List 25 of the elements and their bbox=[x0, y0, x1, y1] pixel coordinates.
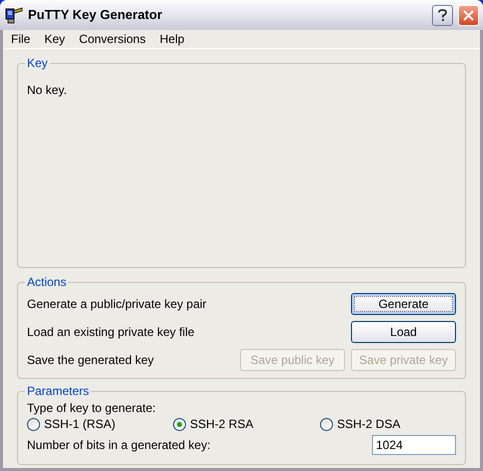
help-icon bbox=[438, 8, 447, 22]
action-button[interactable]: Generate bbox=[351, 293, 456, 315]
bits-input[interactable]: 1024 bbox=[372, 435, 456, 455]
app-icon bbox=[5, 6, 23, 24]
action-label: Generate a public/private key pair bbox=[27, 296, 208, 313]
radio-label[interactable]: SSH-1 (RSA) bbox=[44, 415, 116, 433]
radio-label[interactable]: SSH-2 DSA bbox=[337, 415, 400, 433]
radio-label[interactable]: SSH-2 RSA bbox=[190, 415, 254, 433]
close-button[interactable] bbox=[458, 4, 479, 26]
radio-button[interactable] bbox=[173, 418, 186, 430]
radio-button[interactable] bbox=[27, 418, 40, 430]
help-button[interactable] bbox=[432, 4, 453, 26]
close-icon bbox=[463, 10, 474, 20]
radio-button[interactable] bbox=[320, 418, 333, 430]
action-button[interactable]: Load bbox=[351, 321, 456, 343]
action-label: Save the generated key bbox=[27, 352, 155, 369]
key-status-text: No key. bbox=[27, 83, 67, 97]
menu-item[interactable]: Help bbox=[152, 30, 192, 48]
bits-label: Number of bits in a generated key: bbox=[27, 437, 212, 454]
menu-item[interactable]: Key bbox=[37, 30, 72, 48]
menu-item[interactable]: Conversions bbox=[72, 30, 153, 48]
window-title: PuTTY Key Generator bbox=[28, 6, 164, 24]
key-type-label: Type of key to generate: bbox=[27, 401, 157, 415]
menu-item[interactable]: File bbox=[4, 30, 38, 48]
action-label: Load an existing private key file bbox=[27, 324, 196, 341]
